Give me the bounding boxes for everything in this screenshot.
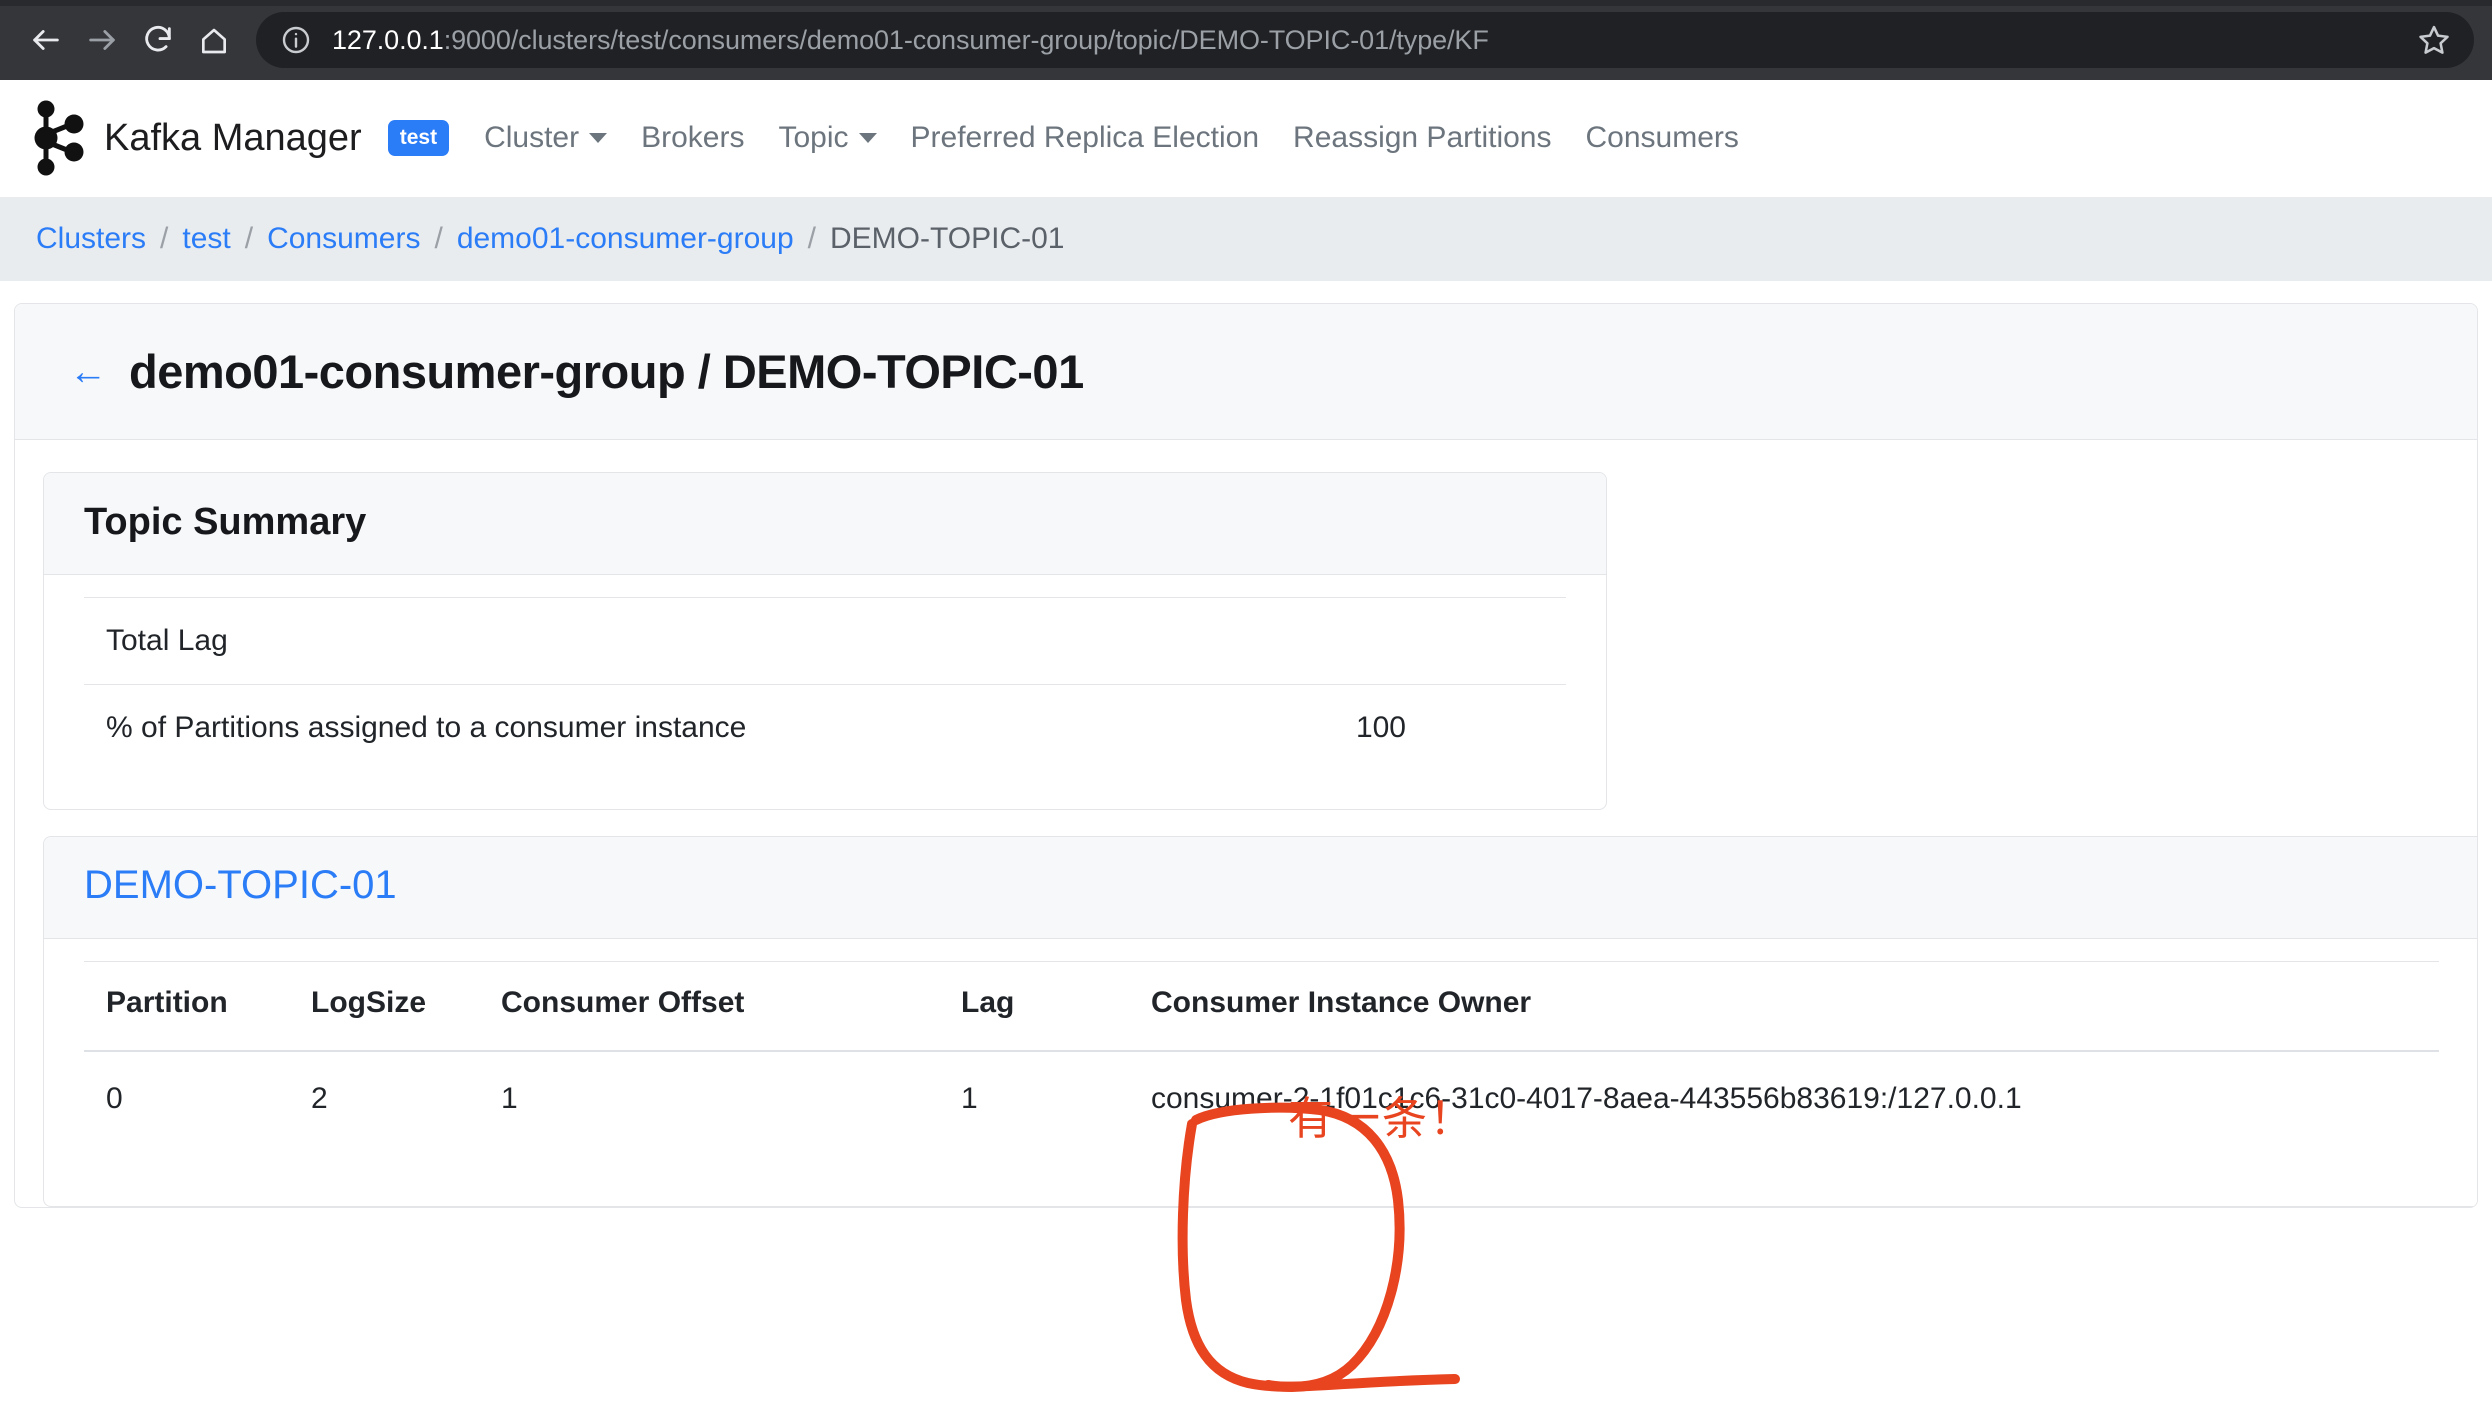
cell-lag: 1 xyxy=(961,1082,978,1115)
browser-toolbar: 127.0.0.1:9000/clusters/test/consumers/d… xyxy=(0,0,2492,80)
breadcrumb-item-consumer-group[interactable]: demo01-consumer-group xyxy=(457,222,794,256)
forward-button[interactable] xyxy=(74,12,130,68)
summary-label-total-lag: Total Lag xyxy=(106,624,228,657)
column-header-partition: Partition xyxy=(84,961,289,1052)
page-title: demo01-consumer-group / DEMO-TOPIC-01 xyxy=(129,345,1084,398)
reload-button[interactable] xyxy=(130,12,186,68)
table-header-row: Partition LogSize Consumer Offset Lag Co… xyxy=(84,961,2439,1052)
cell-logsize: 2 xyxy=(311,1082,328,1115)
topic-summary-panel: Topic Summary Total Lag % of Partitions … xyxy=(43,472,1607,810)
address-bar[interactable]: 127.0.0.1:9000/clusters/test/consumers/d… xyxy=(256,12,2474,68)
breadcrumb-item-current: DEMO-TOPIC-01 xyxy=(830,222,1065,255)
arrow-right-icon xyxy=(85,23,119,57)
topic-summary-header: Topic Summary xyxy=(44,473,1606,575)
topic-name-link[interactable]: DEMO-TOPIC-01 xyxy=(84,863,397,907)
breadcrumb-separator: / xyxy=(244,222,254,255)
column-header-lag: Lag xyxy=(939,961,1129,1052)
screen-root: 127.0.0.1:9000/clusters/test/consumers/d… xyxy=(0,0,2492,1426)
breadcrumb-item-test[interactable]: test xyxy=(182,222,230,256)
breadcrumb-separator: / xyxy=(160,222,169,255)
home-button[interactable] xyxy=(186,12,242,68)
page-container: ← demo01-consumer-group / DEMO-TOPIC-01 … xyxy=(0,281,2492,1208)
info-circle-icon[interactable] xyxy=(280,24,312,56)
topic-summary-title: Topic Summary xyxy=(84,501,367,543)
breadcrumb-item-clusters[interactable]: Clusters xyxy=(36,222,146,256)
cell-partition: 0 xyxy=(106,1082,123,1115)
back-button[interactable] xyxy=(18,12,74,68)
reload-icon xyxy=(141,23,175,57)
cell-consumer-instance-owner: consumer-2-1f01c1c6-31c0-4017-8aea-44355… xyxy=(1151,1082,2022,1115)
chevron-down-icon xyxy=(589,133,608,143)
brand-link[interactable]: Kafka Manager xyxy=(30,99,362,177)
breadcrumb: Clusters / test / Consumers / demo01-con… xyxy=(0,197,2492,281)
page-card: ← demo01-consumer-group / DEMO-TOPIC-01 … xyxy=(14,303,2478,1208)
summary-value-total-lag xyxy=(1183,598,1566,685)
nav-item-topic-label: Topic xyxy=(778,121,849,154)
nav-item-brokers[interactable]: Brokers xyxy=(624,121,761,155)
nav-item-topic[interactable]: Topic xyxy=(761,121,893,155)
app-navbar: Kafka Manager test Cluster Brokers Topic… xyxy=(0,80,2492,197)
breadcrumb-separator: / xyxy=(807,222,816,255)
topic-partitions-panel: DEMO-TOPIC-01 Partition LogSize Consumer… xyxy=(43,836,2477,1207)
cluster-badge[interactable]: test xyxy=(387,120,450,156)
url-path: :9000/clusters/test/consumers/demo01-con… xyxy=(443,24,1489,55)
page-header: ← demo01-consumer-group / DEMO-TOPIC-01 xyxy=(15,304,2477,440)
summary-value-pct-partitions-assigned: 100 xyxy=(1355,711,1406,744)
navbar-menu: Cluster Brokers Topic Preferred Replica … xyxy=(467,121,1756,155)
tab-strip-edge xyxy=(0,0,2492,6)
breadcrumb-separator: / xyxy=(434,222,443,255)
cell-consumer-offset: 1 xyxy=(501,1082,518,1115)
page-body: Topic Summary Total Lag % of Partitions … xyxy=(15,440,2477,1207)
topic-summary-body: Total Lag % of Partitions assigned to a … xyxy=(44,575,1606,809)
column-header-consumer-instance-owner: Consumer Instance Owner xyxy=(1129,961,2439,1052)
topic-partitions-body: Partition LogSize Consumer Offset Lag Co… xyxy=(44,939,2477,1206)
nav-item-cluster-label: Cluster xyxy=(484,121,580,154)
nav-item-reassign-partitions[interactable]: Reassign Partitions xyxy=(1276,121,1568,155)
nav-item-brokers-label: Brokers xyxy=(641,121,745,154)
table-row: Total Lag xyxy=(84,597,1566,685)
partitions-table: Partition LogSize Consumer Offset Lag Co… xyxy=(84,961,2439,1146)
address-bar-url[interactable]: 127.0.0.1:9000/clusters/test/consumers/d… xyxy=(332,25,1489,56)
summary-label-pct-partitions-assigned: % of Partitions assigned to a consumer i… xyxy=(106,711,747,744)
url-host: 127.0.0.1 xyxy=(332,24,444,55)
breadcrumb-item-consumers[interactable]: Consumers xyxy=(267,222,420,256)
bookmark-star-icon[interactable] xyxy=(2396,22,2452,58)
nav-item-reassign-partitions-label: Reassign Partitions xyxy=(1293,121,1552,154)
nav-item-cluster[interactable]: Cluster xyxy=(467,121,624,155)
nav-item-preferred-replica-election[interactable]: Preferred Replica Election xyxy=(894,121,1277,155)
nav-item-consumers[interactable]: Consumers xyxy=(1569,121,1756,155)
nav-item-consumers-label: Consumers xyxy=(1585,121,1739,154)
back-arrow-icon[interactable]: ← xyxy=(69,353,107,391)
table-row: 0 2 1 1 consumer-2-1f01c1c6-31c0-4017-8a… xyxy=(84,1051,2439,1146)
column-header-consumer-offset: Consumer Offset xyxy=(479,961,939,1052)
topic-partitions-header: DEMO-TOPIC-01 xyxy=(44,837,2477,939)
chevron-down-icon xyxy=(858,133,877,143)
home-icon xyxy=(198,24,230,56)
kafka-logo-icon xyxy=(30,99,92,177)
topic-summary-table: Total Lag % of Partitions assigned to a … xyxy=(84,597,1566,771)
arrow-left-icon xyxy=(29,23,63,57)
brand-title: Kafka Manager xyxy=(104,116,362,159)
table-row: % of Partitions assigned to a consumer i… xyxy=(84,684,1566,772)
column-header-logsize: LogSize xyxy=(289,961,479,1052)
nav-item-preferred-replica-election-label: Preferred Replica Election xyxy=(910,121,1260,154)
